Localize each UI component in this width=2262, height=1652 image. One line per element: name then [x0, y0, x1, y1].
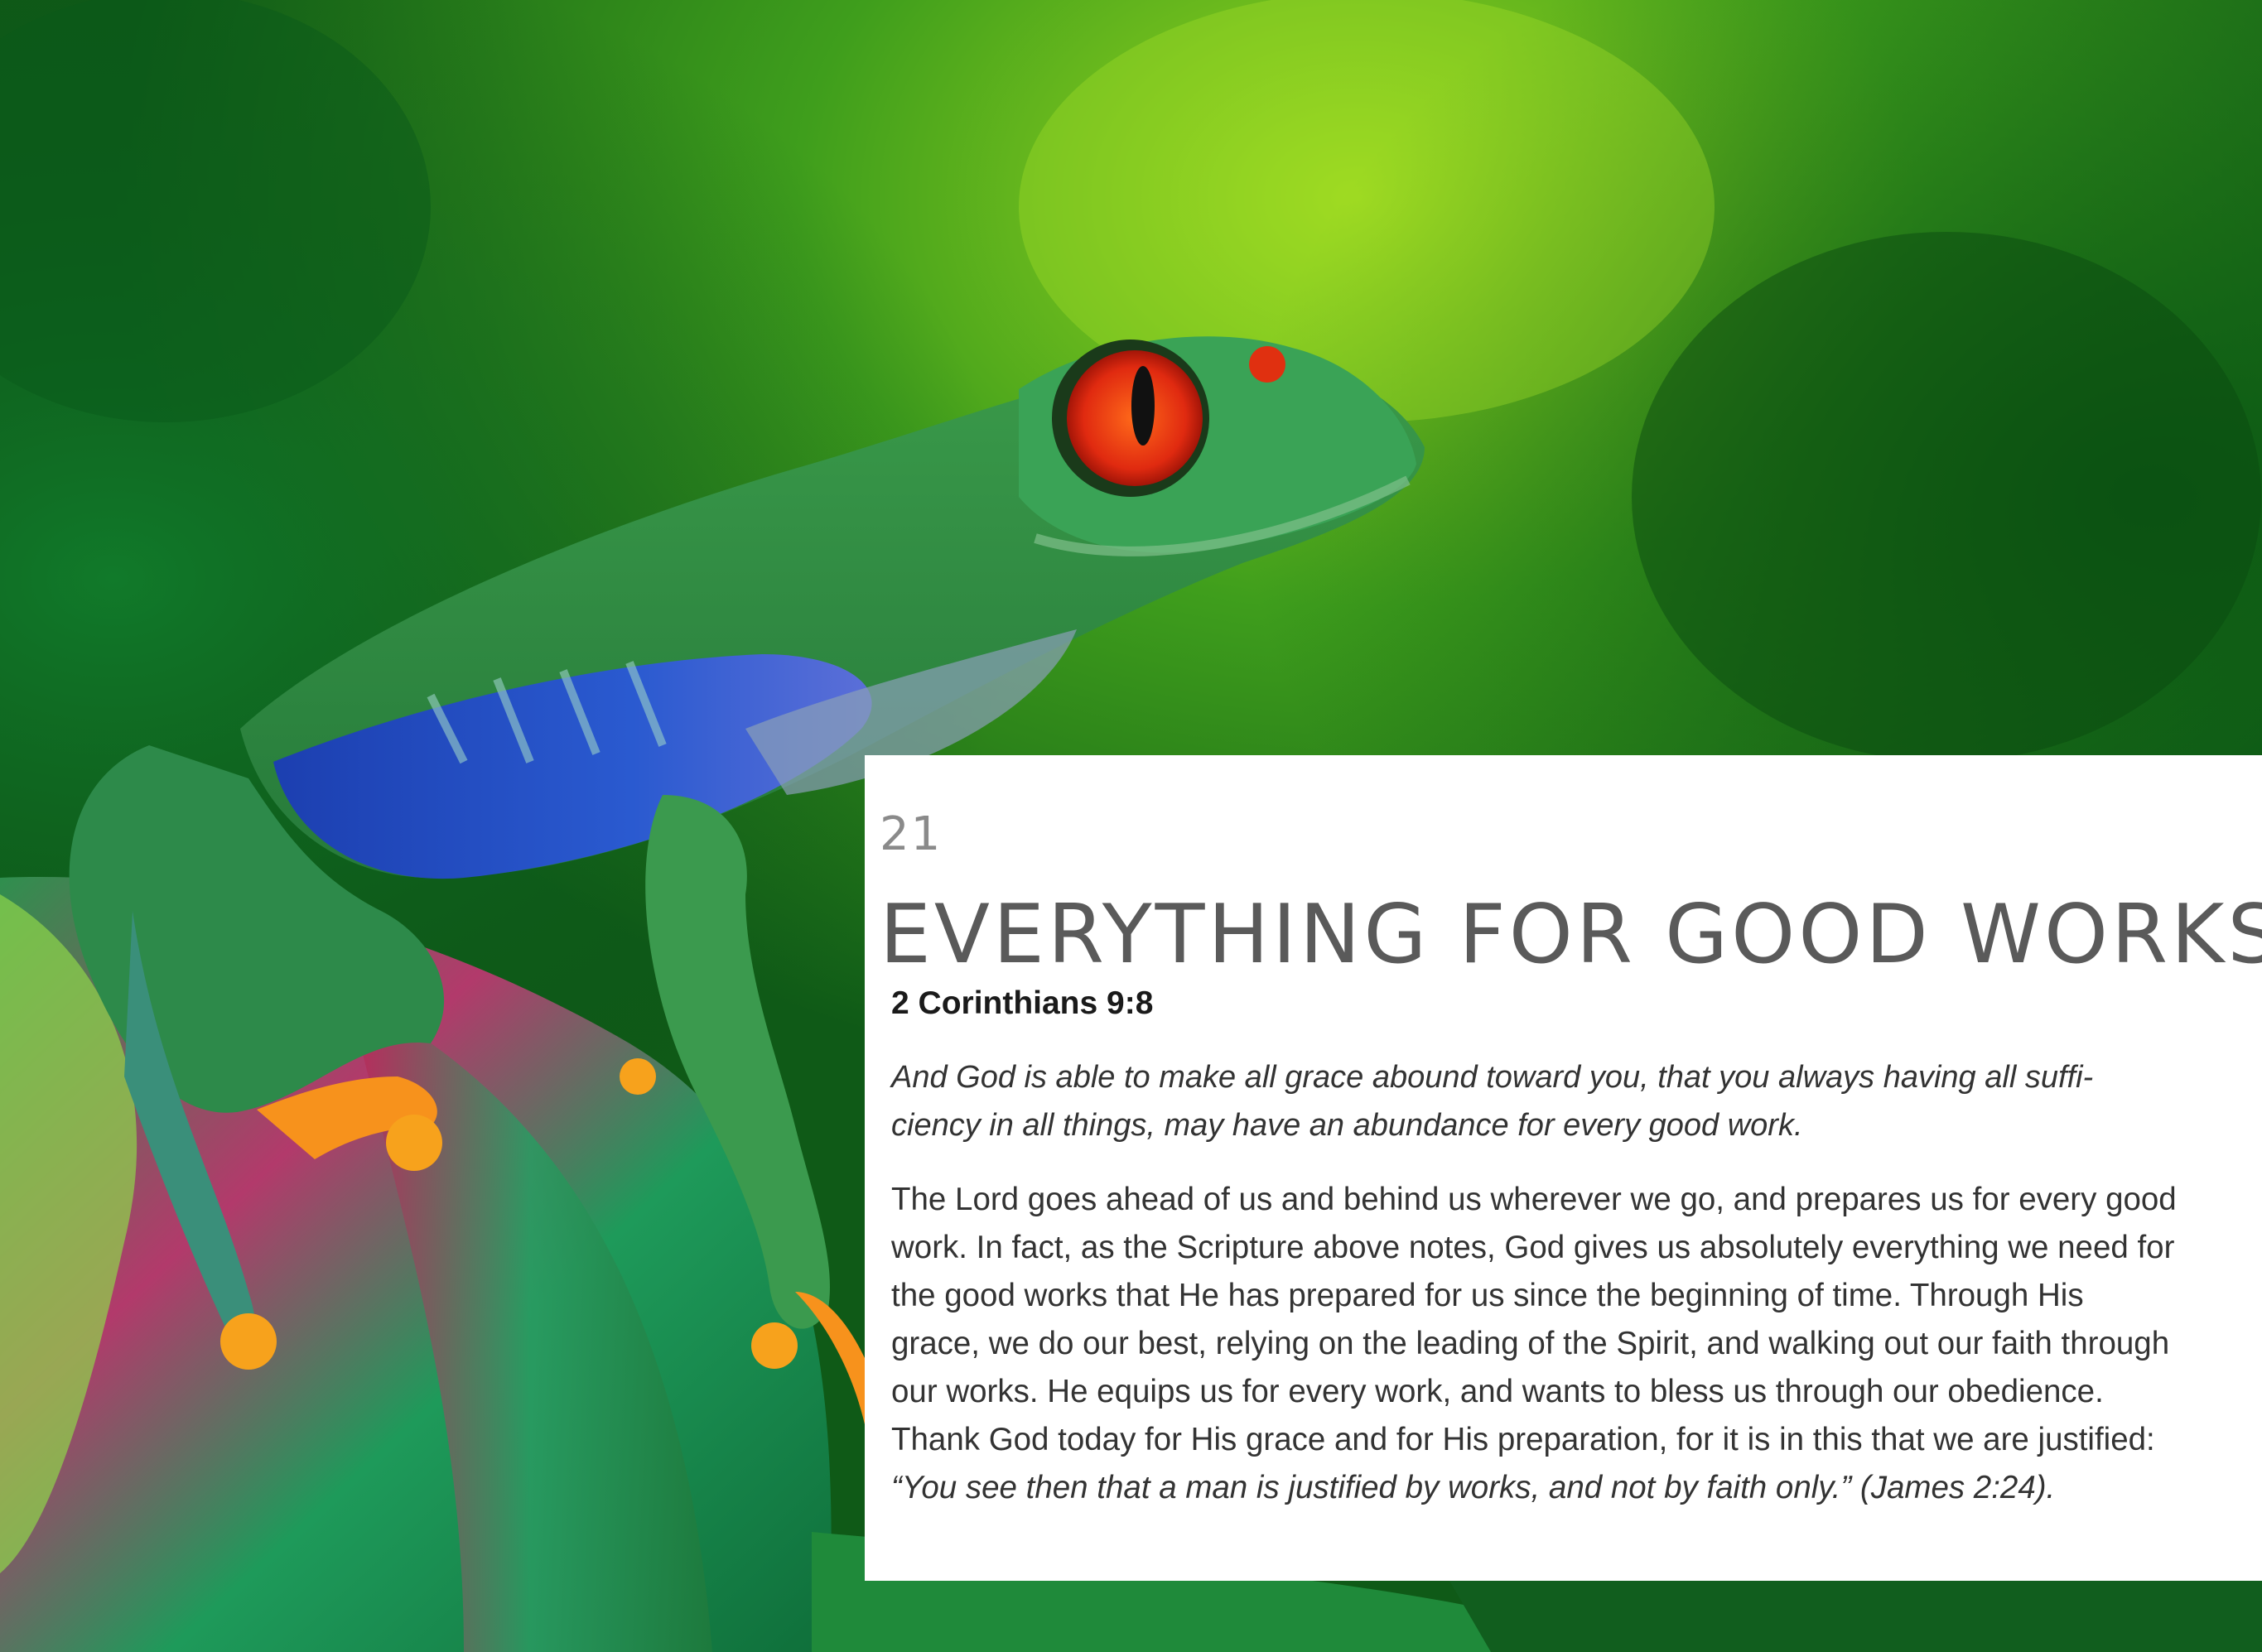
devotional-page: 21 EVERYTHING FOR GOOD WORKS 2 Corinthia… — [0, 0, 2262, 1652]
scripture-reference: 2 Corinthians 9:8 — [891, 985, 1154, 1021]
page-title: EVERYTHING FOR GOOD WORKS — [880, 888, 2262, 982]
body-line: work. In fact, as the Scripture above no… — [891, 1230, 2175, 1265]
scripture-text-line: ciency in all things, may have an abunda… — [891, 1108, 1803, 1143]
scripture-text-line: And God is able to make all grace abound… — [891, 1060, 2094, 1095]
body-line: the good works that He has prepared for … — [891, 1278, 2084, 1313]
day-number: 21 — [880, 807, 943, 861]
devotional-body: The Lord goes ahead of us and behind us … — [891, 1176, 2250, 1512]
devotional-card: 21 EVERYTHING FOR GOOD WORKS 2 Corinthia… — [865, 755, 2262, 1581]
body-line: Thank God today for His grace and for Hi… — [891, 1422, 2155, 1457]
body-line: grace, we do our best, relying on the le… — [891, 1326, 2170, 1361]
body-line: our works. He equips us for every work, … — [891, 1374, 2104, 1409]
closing-quote: “You see then that a man is justified by… — [891, 1470, 2056, 1505]
body-line: The Lord goes ahead of us and behind us … — [891, 1182, 2177, 1217]
scripture-text: And God is able to make all grace abound… — [891, 1053, 2241, 1149]
